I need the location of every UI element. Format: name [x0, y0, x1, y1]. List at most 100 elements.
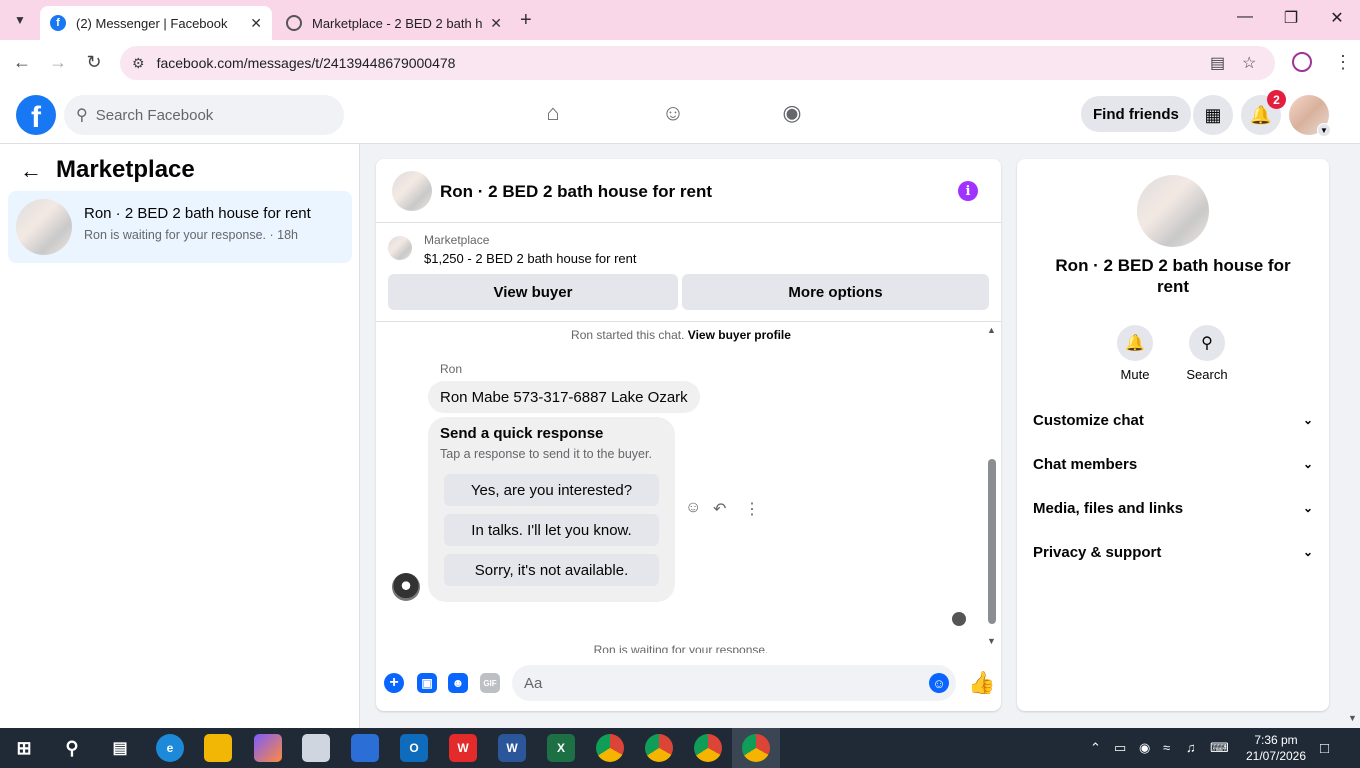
- sender-name: Ron: [440, 362, 463, 376]
- page-scroll-down-icon[interactable]: ▼: [1348, 713, 1357, 723]
- chat-members-row[interactable]: Chat members ⌄: [1033, 452, 1313, 476]
- tab-messenger[interactable]: f (2) Messenger | Facebook ✕: [40, 6, 272, 40]
- windows-taskbar: ⊞ ⚲ ▤ e O W W X ⌃ ▭ ◉ ≈ ♫ ⌨ 7:36 pm 21/0…: [0, 728, 1360, 768]
- outlook-icon[interactable]: O: [400, 734, 428, 762]
- facebook-logo-icon[interactable]: f: [16, 95, 56, 135]
- install-app-icon[interactable]: ▤: [1210, 53, 1225, 73]
- close-tab-icon[interactable]: ✕: [250, 15, 262, 32]
- address-bar[interactable]: ⚙ facebook.com/messages/t/24139448679000…: [120, 46, 1275, 80]
- search-icon: ⚲: [1189, 325, 1225, 361]
- system-clock[interactable]: 7:36 pm 21/07/2026: [1244, 732, 1308, 764]
- back-arrow-icon[interactable]: ←: [10, 52, 34, 73]
- section-label: Media, files and links: [1033, 499, 1184, 517]
- bookmark-star-icon[interactable]: ☆: [1242, 53, 1256, 73]
- gif-icon[interactable]: GIF: [480, 673, 500, 693]
- chevron-down-icon: ⌄: [1302, 413, 1313, 427]
- listing-thumbnail[interactable]: [1137, 175, 1209, 247]
- emoji-icon[interactable]: ☺: [929, 673, 949, 693]
- plus-icon[interactable]: +: [384, 673, 404, 693]
- meet-icon[interactable]: ◉: [1139, 740, 1150, 756]
- scroll-down-icon[interactable]: ▼: [987, 636, 996, 646]
- facebook-favicon-icon: f: [50, 15, 66, 31]
- conversation-name: Ron · 2 BED 2 bath house for rent: [84, 205, 311, 222]
- tab-marketplace[interactable]: Marketplace - 2 BED 2 bath hou ✕: [276, 6, 512, 40]
- chrome-profile-icon[interactable]: [1292, 52, 1312, 72]
- sticker-icon[interactable]: ☻: [448, 673, 468, 693]
- privacy-support-row[interactable]: Privacy & support ⌄: [1033, 540, 1313, 564]
- search-conversation-button[interactable]: ⚲ Search: [1177, 325, 1237, 382]
- reload-icon[interactable]: ↻: [82, 52, 106, 73]
- tab-title: (2) Messenger | Facebook: [76, 15, 228, 31]
- minimize-icon[interactable]: —: [1233, 8, 1257, 26]
- wifi-icon[interactable]: ≈: [1163, 740, 1170, 755]
- search-icon[interactable]: ⚲: [58, 734, 86, 762]
- home-icon[interactable]: ⌂: [538, 100, 568, 130]
- maximize-icon[interactable]: ❐: [1279, 8, 1303, 28]
- reply-icon[interactable]: ↶: [713, 499, 726, 519]
- chrome-menu-icon[interactable]: ⋮: [1334, 52, 1352, 73]
- chat-title[interactable]: Ron · 2 BED 2 bath house for rent: [440, 182, 712, 202]
- close-window-icon[interactable]: ✕: [1325, 8, 1349, 28]
- site-settings-icon[interactable]: ⚙: [132, 55, 145, 72]
- react-emoji-icon[interactable]: ☺: [685, 499, 701, 517]
- media-files-links-row[interactable]: Media, files and links ⌄: [1033, 496, 1313, 520]
- notifications-icon[interactable]: □: [1320, 740, 1329, 757]
- file-explorer-icon[interactable]: [204, 734, 232, 762]
- message-composer: + ▣ ☻ GIF ☺ 👍: [376, 659, 1001, 711]
- search-icon: ⚲: [76, 107, 88, 124]
- more-actions-icon[interactable]: ⋮: [744, 499, 760, 519]
- word-icon[interactable]: W: [498, 734, 526, 762]
- view-buyer-button[interactable]: View buyer: [388, 274, 678, 310]
- chat-header: Ron · 2 BED 2 bath house for rent i: [376, 159, 1001, 223]
- excel-icon[interactable]: X: [547, 734, 575, 762]
- chrome-icon[interactable]: [596, 734, 624, 762]
- quick-response-button[interactable]: Sorry, it's not available.: [444, 554, 659, 586]
- scrollbar-thumb[interactable]: [988, 459, 996, 624]
- forward-arrow-icon[interactable]: →: [46, 52, 70, 73]
- chat-thumbnail[interactable]: [392, 171, 432, 211]
- customize-chat-row[interactable]: Customize chat ⌄: [1033, 408, 1313, 432]
- new-tab-plus-icon[interactable]: +: [520, 9, 532, 32]
- chrome-icon[interactable]: [645, 734, 673, 762]
- menu-grid-icon[interactable]: ▦: [1193, 95, 1233, 135]
- scroll-up-icon[interactable]: ▲: [987, 325, 996, 335]
- mute-button[interactable]: 🔔 Mute: [1105, 325, 1165, 382]
- view-buyer-profile-link[interactable]: View buyer profile: [688, 328, 791, 342]
- message-input[interactable]: [512, 665, 956, 701]
- task-view-icon[interactable]: ▤: [106, 734, 134, 762]
- tray-chevron-up-icon[interactable]: ⌃: [1090, 740, 1101, 756]
- clock-date: 21/07/2026: [1245, 749, 1307, 763]
- wps-icon[interactable]: W: [449, 734, 477, 762]
- account-chevron-down-icon[interactable]: ▼: [1317, 123, 1331, 137]
- back-arrow-icon[interactable]: ←: [20, 158, 42, 184]
- find-friends-button[interactable]: Find friends: [1081, 96, 1191, 132]
- listing-title[interactable]: $1,250 - 2 BED 2 bath house for rent: [424, 251, 636, 266]
- close-tab-icon[interactable]: ✕: [490, 15, 502, 32]
- more-options-button[interactable]: More options: [682, 274, 989, 310]
- tab-search-chevron-icon[interactable]: ▼: [8, 8, 32, 32]
- store-icon[interactable]: [351, 734, 379, 762]
- edge-icon[interactable]: e: [156, 734, 184, 762]
- chrome-icon[interactable]: [694, 734, 722, 762]
- photo-icon[interactable]: ▣: [417, 673, 437, 693]
- quick-response-button[interactable]: In talks. I'll let you know.: [444, 514, 659, 546]
- copilot-icon[interactable]: [254, 734, 282, 762]
- message-bubble[interactable]: Ron Mabe 573-317-6887 Lake Ozark: [428, 381, 700, 413]
- quick-response-button[interactable]: Yes, are you interested?: [444, 474, 659, 506]
- sender-avatar[interactable]: [392, 573, 420, 601]
- keyboard-icon[interactable]: ⌨: [1210, 740, 1229, 756]
- account-avatar[interactable]: ▼: [1289, 95, 1331, 137]
- groups-icon[interactable]: ◉: [777, 100, 807, 130]
- info-icon[interactable]: i: [958, 181, 978, 201]
- chevron-down-icon: ⌄: [1302, 457, 1313, 471]
- windows-start-icon[interactable]: ⊞: [10, 734, 38, 762]
- conversation-item[interactable]: Ron · 2 BED 2 bath house for rent Ron is…: [8, 191, 352, 263]
- volume-icon[interactable]: ♫: [1186, 740, 1196, 755]
- battery-icon[interactable]: ▭: [1114, 740, 1126, 756]
- thumbs-up-icon[interactable]: 👍: [968, 670, 995, 696]
- friends-icon[interactable]: ☺: [658, 100, 688, 130]
- paint-icon[interactable]: [302, 734, 330, 762]
- chrome-icon[interactable]: [742, 734, 770, 762]
- conversation-sidebar: ← Marketplace Ron · 2 BED 2 bath house f…: [0, 144, 360, 728]
- search-facebook[interactable]: ⚲ Search Facebook: [64, 95, 344, 135]
